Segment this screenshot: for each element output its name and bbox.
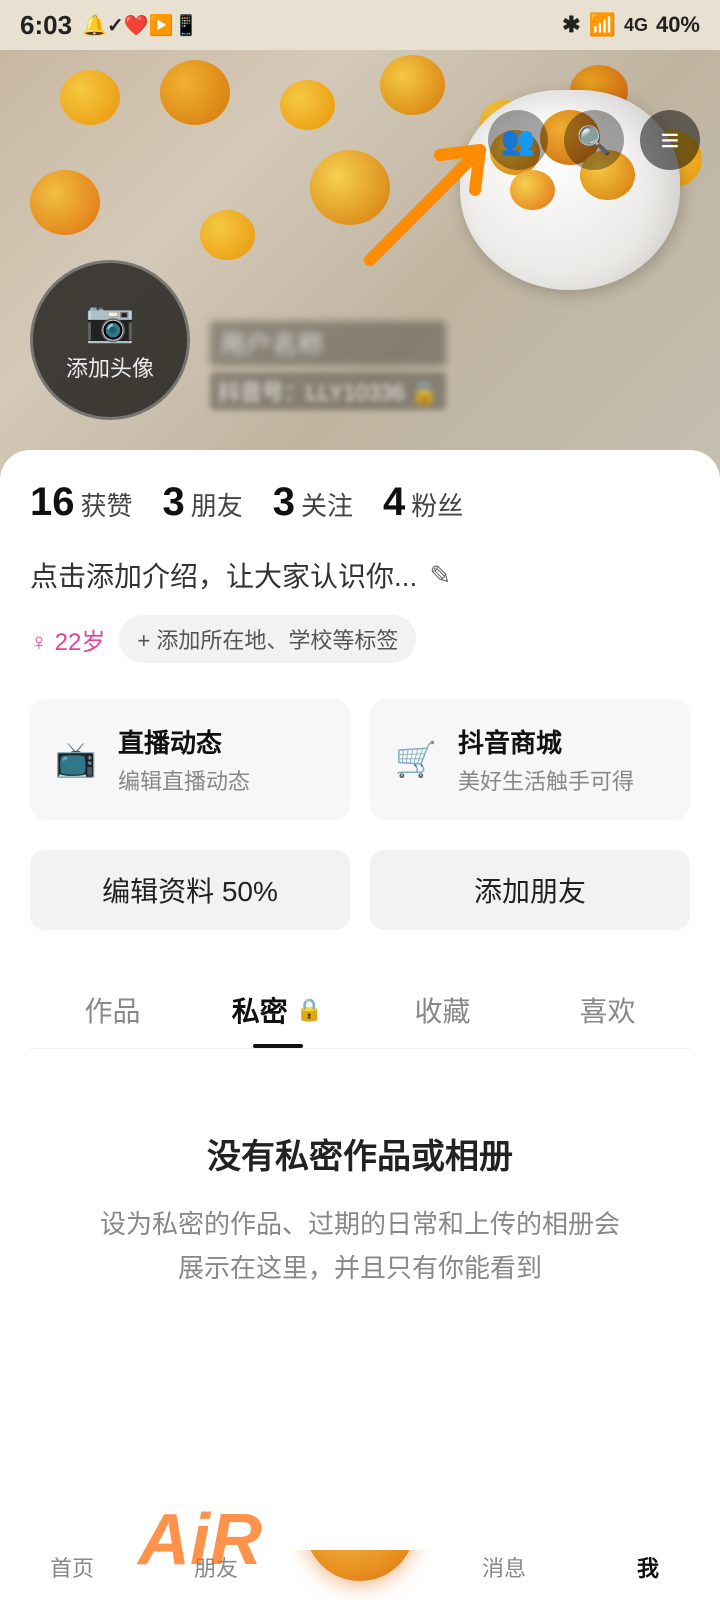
- search-header-button[interactable]: 🔍: [564, 110, 624, 170]
- tags-row: ♀ 22岁 + 添加所在地、学校等标签: [30, 615, 690, 663]
- tab-private[interactable]: 私密 🔒: [195, 970, 360, 1048]
- bluetooth-icon: ✱: [562, 12, 580, 38]
- air-text: AiR: [138, 1499, 262, 1581]
- shop-feature-info: 抖音商城 美好生活触手可得: [458, 723, 634, 796]
- nav-home-label: 首页: [50, 1551, 94, 1583]
- fruit-1: [60, 70, 120, 125]
- fruit-2: [160, 60, 230, 125]
- profile-id: 抖音号：LLY10336 🔒: [210, 372, 446, 410]
- camera-icon: 📷: [85, 298, 135, 345]
- likes-number: 16: [30, 480, 75, 525]
- air-watermark: AiR: [100, 1480, 300, 1600]
- tab-favorites-label: 收藏: [414, 990, 470, 1030]
- notification-icons: 🔔✓❤️▶️📱: [82, 13, 198, 38]
- fruit-9: [200, 210, 255, 260]
- menu-header-button[interactable]: ≡: [640, 110, 700, 170]
- header-actions: 👥 🔍 ≡: [488, 110, 700, 170]
- wifi-icon: 📶: [589, 12, 616, 38]
- add-friends-header-button[interactable]: 👥: [488, 110, 548, 170]
- gender-tag: ♀ 22岁: [30, 622, 105, 657]
- profile-name-area: 用户名称 抖音号：LLY10336 🔒: [210, 321, 446, 420]
- search-icon: 🔍: [577, 124, 612, 157]
- live-feature-card[interactable]: 📺 直播动态 编辑直播动态: [30, 699, 350, 820]
- friends-number: 3: [163, 480, 185, 525]
- edit-bio-icon[interactable]: ✎: [429, 560, 451, 591]
- nav-messages-label: 消息: [482, 1551, 526, 1583]
- stat-following[interactable]: 3 关注: [273, 480, 353, 525]
- signal-icon: 4G: [624, 15, 648, 36]
- stat-likes[interactable]: 16 获赞: [30, 480, 133, 525]
- empty-desc: 设为私密的作品、过期的日常和上传的相册会展示在这里，并且只有你能看到: [90, 1202, 630, 1290]
- status-time: 6:03 🔔✓❤️▶️📱: [20, 10, 198, 41]
- fruit-4: [380, 55, 445, 115]
- live-title: 直播动态: [118, 723, 250, 760]
- tab-likes[interactable]: 喜欢: [525, 970, 690, 1048]
- tab-private-label: 私密: [232, 990, 288, 1030]
- shop-feature-card[interactable]: 🛒 抖音商城 美好生活触手可得: [370, 699, 690, 820]
- add-tag-button[interactable]: + 添加所在地、学校等标签: [119, 615, 416, 663]
- profile-username: 用户名称: [210, 321, 446, 366]
- nav-me-label: 我: [637, 1551, 659, 1583]
- add-friends-button[interactable]: 添加朋友: [370, 850, 690, 930]
- empty-state: 没有私密作品或相册 设为私密的作品、过期的日常和上传的相册会展示在这里，并且只有…: [30, 1049, 690, 1350]
- tab-works-label: 作品: [84, 990, 140, 1030]
- battery-display: 40%: [656, 12, 700, 38]
- friends-icon: 👥: [501, 124, 536, 157]
- feature-cards: 📺 直播动态 编辑直播动态 🛒 抖音商城 美好生活触手可得: [30, 699, 690, 820]
- live-feature-info: 直播动态 编辑直播动态: [118, 723, 250, 796]
- shop-title: 抖音商城: [458, 723, 634, 760]
- empty-title: 没有私密作品或相册: [207, 1129, 513, 1178]
- friends-label: 朋友: [191, 486, 243, 523]
- likes-label: 获赞: [81, 486, 133, 523]
- status-bar: 6:03 🔔✓❤️▶️📱 ✱ 📶 4G 40%: [0, 0, 720, 50]
- bio-row[interactable]: 点击添加介绍，让大家认识你... ✎: [30, 555, 690, 595]
- action-buttons: 编辑资料 50% 添加朋友: [30, 850, 690, 930]
- tabs-row: 作品 私密 🔒 收藏 喜欢: [30, 970, 690, 1049]
- following-number: 3: [273, 480, 295, 525]
- bio-text: 点击添加介绍，让大家认识你...: [30, 555, 417, 595]
- status-right-icons: ✱ 📶 4G 40%: [562, 12, 700, 38]
- avatar-add-button[interactable]: 📷 添加头像: [30, 260, 190, 420]
- edit-profile-button[interactable]: 编辑资料 50%: [30, 850, 350, 930]
- fruit-8: [30, 170, 100, 235]
- main-card: 16 获赞 3 朋友 3 关注 4 粉丝 点击添加介绍，让大家认识你... ✎ …: [0, 450, 720, 1550]
- tab-favorites[interactable]: 收藏: [360, 970, 525, 1048]
- tab-works[interactable]: 作品: [30, 970, 195, 1048]
- menu-icon: ≡: [661, 122, 680, 159]
- stat-fans[interactable]: 4 粉丝: [383, 480, 463, 525]
- shop-icon: 🛒: [390, 734, 442, 786]
- stat-friends[interactable]: 3 朋友: [163, 480, 243, 525]
- fruit-3: [280, 80, 335, 130]
- lock-icon: 🔒: [296, 997, 323, 1023]
- header-banner: 👥 🔍 ≡ 📷 添加头像 用户名称 抖音号：LLY10336 🔒: [0, 50, 720, 480]
- time-display: 6:03: [20, 10, 72, 41]
- stats-row: 16 获赞 3 朋友 3 关注 4 粉丝: [30, 480, 690, 525]
- fans-label: 粉丝: [411, 486, 463, 523]
- tab-likes-label: 喜欢: [579, 990, 635, 1030]
- add-avatar-label: 添加头像: [66, 351, 154, 383]
- shop-subtitle: 美好生活触手可得: [458, 764, 634, 796]
- following-label: 关注: [301, 486, 353, 523]
- fans-number: 4: [383, 480, 405, 525]
- live-icon: 📺: [50, 734, 102, 786]
- profile-section: 📷 添加头像 用户名称 抖音号：LLY10336 🔒: [30, 260, 446, 420]
- live-subtitle: 编辑直播动态: [118, 764, 250, 796]
